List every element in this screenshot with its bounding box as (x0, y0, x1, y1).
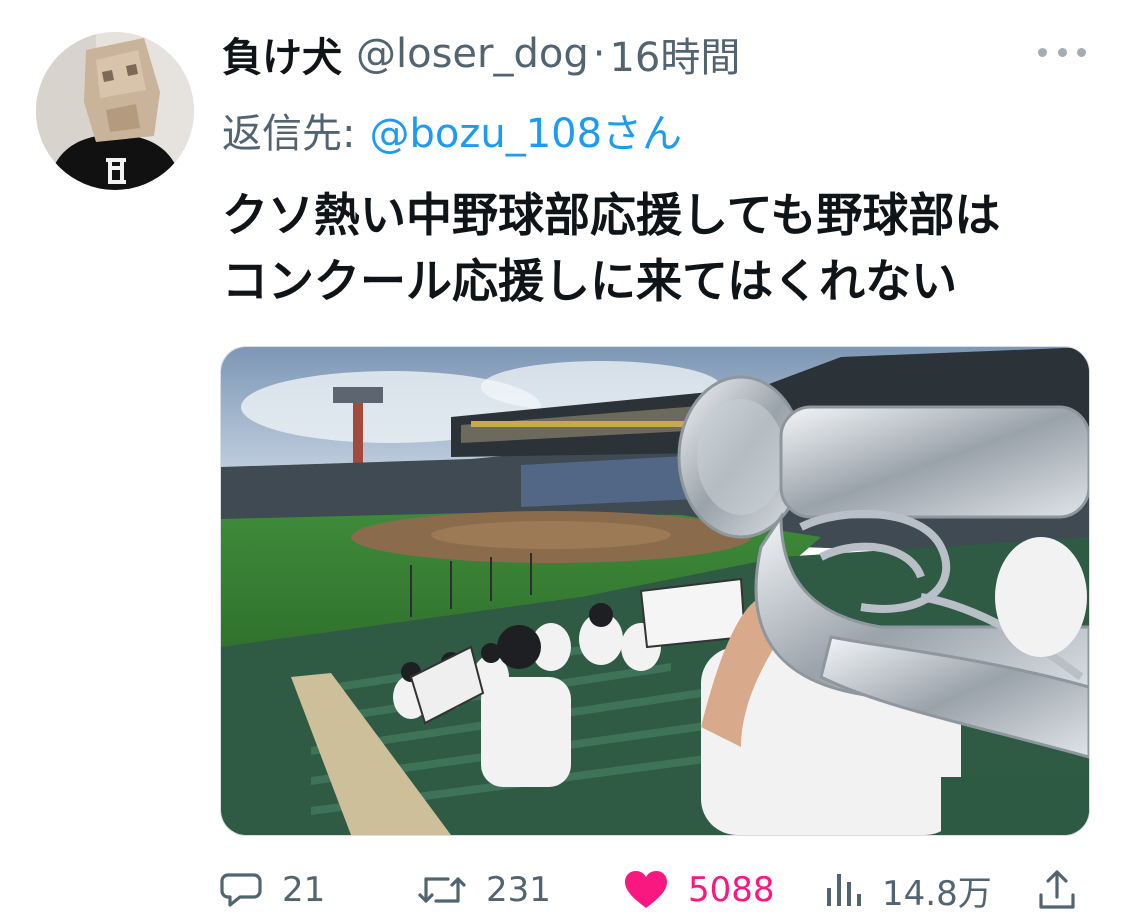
retweet-icon (418, 877, 466, 903)
more-dot (1057, 47, 1067, 57)
reply-count: 21 (282, 870, 326, 910)
more-dot (1077, 47, 1086, 57)
tweet-header: 負け犬 @loser_dog · 16時間 (222, 24, 740, 84)
heart-icon (625, 871, 667, 908)
tweet-time[interactable]: 16時間 (609, 25, 740, 83)
tweet-text: クソ熱い中野球部応援しても野球部は コンクール応援しに来てはくれない (222, 182, 1102, 314)
like-button[interactable]: 5088 (622, 860, 775, 920)
reply-to-line: 返信先: @bozu_108さん (222, 100, 682, 160)
stadium-photo (221, 347, 1089, 835)
avatar[interactable] (36, 32, 194, 190)
share-icon (1039, 870, 1075, 909)
views-count: 14.8万 (882, 873, 992, 914)
avatar-image (36, 32, 194, 190)
reply-to-label: 返信先: (222, 111, 356, 157)
reply-button[interactable]: 21 (218, 860, 325, 920)
share-button[interactable] (1036, 860, 1078, 920)
reply-bubble-icon (220, 873, 262, 907)
reply-to-handle[interactable]: @bozu_108さん (369, 101, 682, 159)
author-name[interactable]: 負け犬 (222, 25, 342, 83)
tweet-text-line: コンクール応援しに来てはくれない (222, 254, 958, 308)
retweet-button[interactable]: 231 (416, 860, 551, 920)
bar-chart-icon (827, 874, 861, 906)
views-button[interactable]: 14.8万 (824, 860, 992, 920)
more-dots-icon[interactable] (1038, 40, 1086, 64)
like-count: 5088 (688, 870, 775, 910)
tweet-photo[interactable] (220, 346, 1090, 836)
more-dot (1038, 47, 1047, 57)
retweet-count: 231 (486, 870, 551, 910)
separator-dot: · (592, 31, 606, 77)
tweet-text-line: クソ熱い中野球部応援しても野球部は (222, 188, 1001, 242)
action-bar: 21 231 5088 14.8万 (218, 860, 1088, 920)
author-handle[interactable]: @loser_dog (356, 31, 589, 77)
